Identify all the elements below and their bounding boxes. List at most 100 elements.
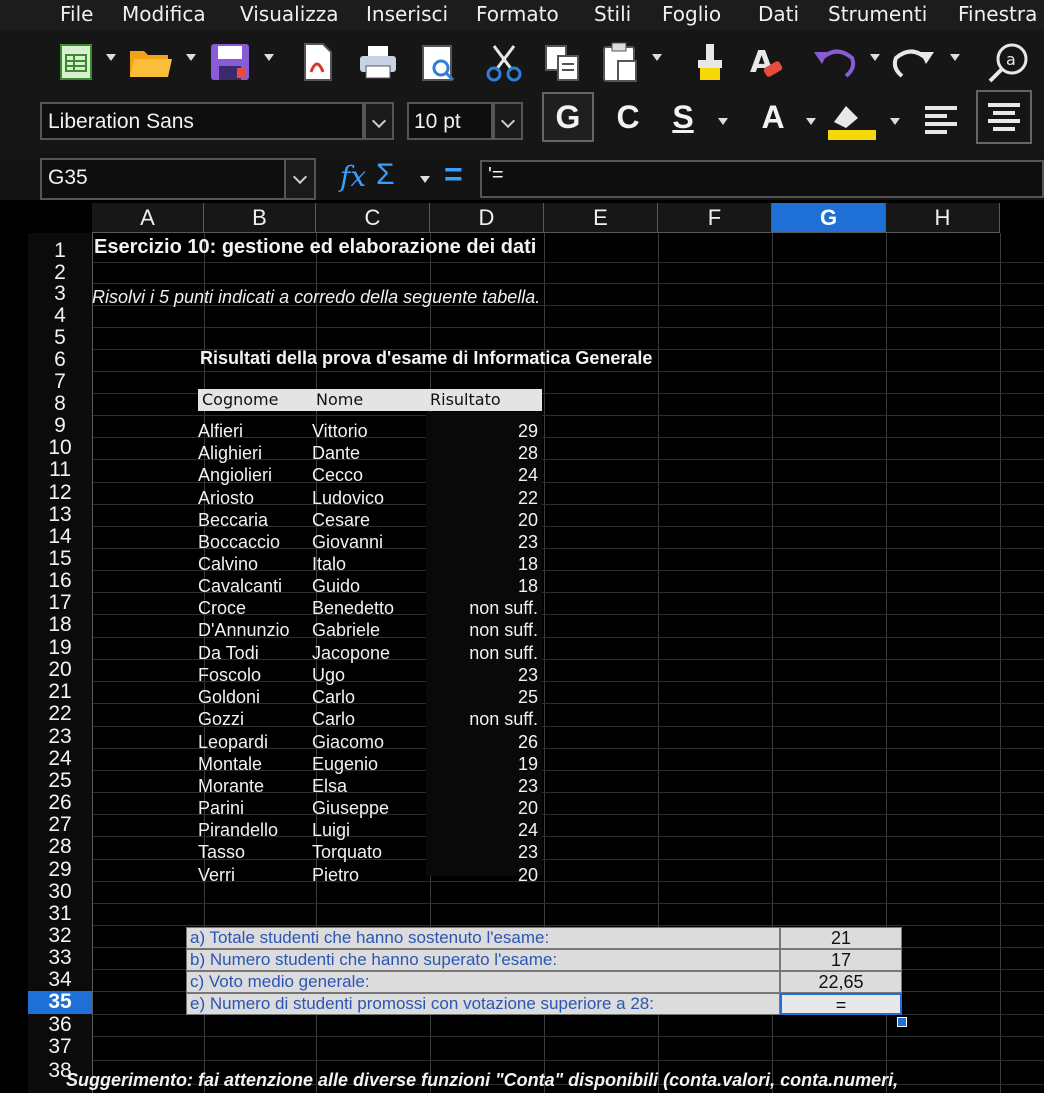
row-header-23[interactable]: 23 — [28, 726, 92, 748]
row-header-11[interactable]: 11 — [28, 459, 92, 482]
paste-dropdown-icon[interactable] — [652, 54, 662, 61]
row-header-6[interactable]: 6 — [28, 349, 92, 371]
undo-icon[interactable] — [810, 38, 860, 86]
row-header-17[interactable]: 17 — [28, 592, 92, 614]
font-name-dropdown-icon[interactable] — [364, 102, 394, 140]
menu-visualizza[interactable]: Visualizza — [240, 2, 339, 26]
row-header-20[interactable]: 20 — [28, 659, 92, 681]
cell-risultato[interactable]: non suff. — [426, 598, 538, 619]
cell-nome[interactable]: Giacomo — [312, 732, 384, 753]
row-header-3[interactable]: 3 — [28, 283, 92, 305]
row-header-16[interactable]: 16 — [28, 570, 92, 592]
row-header-9[interactable]: 9 — [28, 415, 92, 437]
row-header-29[interactable]: 29 — [28, 859, 92, 881]
cell-nome[interactable]: Gabriele — [312, 620, 380, 641]
cell-risultato[interactable]: non suff. — [426, 643, 538, 664]
column-header-f[interactable]: F — [658, 203, 772, 233]
row-header-14[interactable]: 14 — [28, 526, 92, 548]
row-header-31[interactable]: 31 — [28, 903, 92, 925]
cell-nome[interactable]: Italo — [312, 554, 346, 575]
cell-risultato[interactable]: 19 — [426, 754, 538, 775]
cell-nome[interactable]: Guido — [312, 576, 360, 597]
cell-risultato[interactable]: non suff. — [426, 709, 538, 730]
align-left-icon[interactable] — [918, 96, 964, 144]
cell-nome[interactable]: Giuseppe — [312, 798, 389, 819]
font-color-dropdown-icon[interactable] — [806, 118, 816, 125]
row-header-1[interactable]: 1 — [28, 240, 92, 262]
cell-cognome[interactable]: Leopardi — [198, 732, 268, 753]
row-header-13[interactable]: 13 — [28, 504, 92, 526]
underline-dropdown-icon[interactable] — [718, 118, 728, 125]
cell-nome[interactable]: Luigi — [312, 820, 350, 841]
column-header-e[interactable]: E — [544, 203, 658, 233]
cell-cognome[interactable]: Beccaria — [198, 510, 268, 531]
cell-cognome[interactable]: Boccaccio — [198, 532, 280, 553]
menu-formato[interactable]: Formato — [476, 2, 559, 26]
row-header-27[interactable]: 27 — [28, 814, 92, 836]
font-color-button[interactable]: A — [756, 92, 790, 142]
column-header-b[interactable]: B — [204, 203, 316, 233]
cut-icon[interactable] — [482, 38, 526, 86]
menu-finestra[interactable]: Finestra — [958, 2, 1037, 26]
cell-risultato[interactable]: 18 — [426, 554, 538, 575]
cell-nome[interactable]: Elsa — [312, 776, 347, 797]
cell-nome[interactable]: Ludovico — [312, 488, 384, 509]
cell-risultato[interactable]: 20 — [426, 865, 538, 886]
cell-cognome[interactable]: Morante — [198, 776, 264, 797]
row-header-2[interactable]: 2 — [28, 262, 92, 284]
undo-dropdown-icon[interactable] — [870, 54, 880, 61]
cell-cognome[interactable]: Ariosto — [198, 488, 254, 509]
function-wizard-icon[interactable]: fx — [340, 160, 366, 193]
row-header-35[interactable]: 35 — [28, 991, 92, 1014]
row-header-15[interactable]: 15 — [28, 548, 92, 570]
cell-cognome[interactable]: Alighieri — [198, 443, 262, 464]
column-header-a[interactable]: A — [92, 203, 204, 233]
answer-cell[interactable]: 17 — [780, 949, 902, 971]
menu-modifica[interactable]: Modifica — [122, 2, 206, 26]
row-header-22[interactable]: 22 — [28, 703, 92, 726]
formula-icon[interactable]: = — [444, 156, 463, 193]
row-header-34[interactable]: 34 — [28, 969, 92, 991]
menu-inserisci[interactable]: Inserisci — [366, 2, 448, 26]
print-icon[interactable] — [356, 38, 400, 86]
cell-cognome[interactable]: Da Todi — [198, 643, 259, 664]
fill-handle[interactable] — [897, 1017, 907, 1027]
row-header-32[interactable]: 32 — [28, 925, 92, 947]
row-header-21[interactable]: 21 — [28, 681, 92, 703]
cell-risultato[interactable]: 24 — [426, 465, 538, 486]
cell-cognome[interactable]: Alfieri — [198, 421, 243, 442]
cell-nome[interactable]: Benedetto — [312, 598, 394, 619]
cell-cognome[interactable]: Tasso — [198, 842, 245, 863]
cell-risultato[interactable]: 20 — [426, 510, 538, 531]
row-header-28[interactable]: 28 — [28, 836, 92, 859]
cell-nome[interactable]: Carlo — [312, 709, 355, 730]
cell-cognome[interactable]: Calvino — [198, 554, 258, 575]
row-header-33[interactable]: 33 — [28, 947, 92, 969]
open-dropdown-icon[interactable] — [186, 54, 196, 61]
active-cell-g35[interactable]: = — [780, 993, 902, 1015]
row-header-8[interactable]: 8 — [28, 393, 92, 415]
cell-cognome[interactable]: Angiolieri — [198, 465, 272, 486]
answer-cell[interactable]: 22,65 — [780, 971, 902, 993]
italic-button[interactable]: C — [610, 92, 646, 142]
menu-file[interactable]: File — [60, 2, 93, 26]
cell-cognome[interactable]: Gozzi — [198, 709, 244, 730]
export-pdf-icon[interactable] — [298, 38, 338, 86]
row-header-4[interactable]: 4 — [28, 305, 92, 327]
redo-icon[interactable] — [888, 38, 938, 86]
menu-foglio[interactable]: Foglio — [662, 2, 721, 26]
menu-strumenti[interactable]: Strumenti — [828, 2, 927, 26]
cell-risultato[interactable]: 26 — [426, 732, 538, 753]
cell-risultato[interactable]: 23 — [426, 665, 538, 686]
column-header-c[interactable]: C — [316, 203, 430, 233]
answer-cell[interactable]: 21 — [780, 927, 902, 949]
cell-cognome[interactable]: D'Annunzio — [198, 620, 290, 641]
cell-nome[interactable]: Cesare — [312, 510, 370, 531]
cell-risultato[interactable]: 18 — [426, 576, 538, 597]
name-box-dropdown-icon[interactable] — [284, 158, 316, 200]
clear-format-icon[interactable]: A — [744, 38, 788, 86]
cell-cognome[interactable]: Foscolo — [198, 665, 261, 686]
find-replace-icon[interactable]: a — [984, 38, 1034, 86]
cell-risultato[interactable]: 29 — [426, 421, 538, 442]
menu-dati[interactable]: Dati — [758, 2, 799, 26]
